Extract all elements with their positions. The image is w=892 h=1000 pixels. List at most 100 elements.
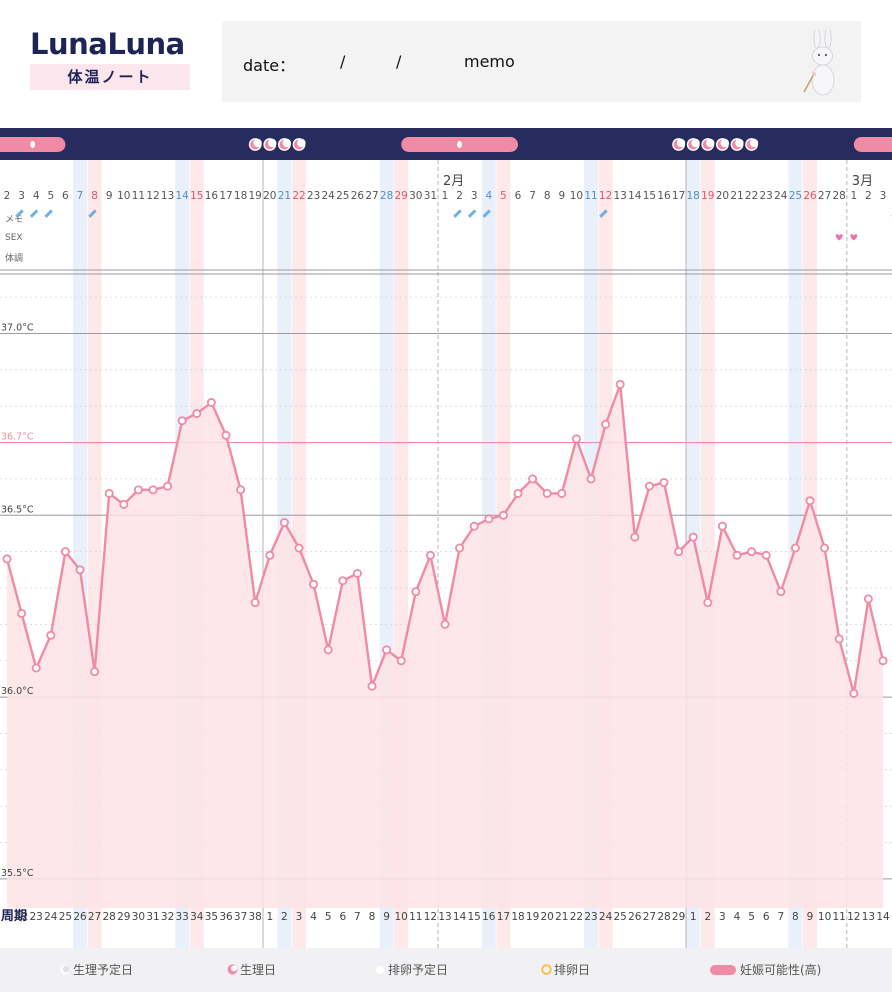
date-label: 28 [380,190,393,202]
cycle-day-label: 12 [847,911,860,923]
moon-icon [268,138,277,148]
cycle-day-label: 18 [511,911,524,923]
cycle-day-label: 7 [777,911,784,923]
date-label: 8 [91,190,98,202]
temperature-point [586,474,596,484]
date-label: 1 [850,190,857,202]
y-tick-label: 36.0°C [1,686,34,697]
temperature-point [542,488,552,498]
temperature-point [425,550,435,560]
cycle-day-label: 22 [570,911,583,923]
temperature-point [104,488,114,498]
cycle-day-label: 25 [59,911,72,923]
rabbit-mascot-icon [803,30,835,96]
cycle-day-label: 3 [719,911,726,923]
date-label: 22 [745,190,758,202]
month-label: 2月 [443,174,464,189]
period-icon [227,964,238,978]
date-label: 23 [307,190,320,202]
temperature-point [352,568,362,578]
cycle-day-label: 11 [833,911,846,923]
date-label: 9 [558,190,565,202]
drop-icon [30,140,36,149]
date-label: 18 [687,190,700,202]
temperature-point [279,518,289,528]
date-label: 6 [515,190,522,202]
month-label: 3月 [852,174,873,189]
date-slash-2: / [396,52,402,71]
date-label: 2 [865,190,872,202]
memo-label: memo [464,52,515,71]
temperature-point [776,587,786,597]
logo-wordmark: LunaLuna [30,27,185,61]
moon-icon [735,138,744,148]
date-label: 28 [833,190,846,202]
date-label: 3 [471,190,478,202]
logo-subtitle: 体温ノート [30,64,190,90]
date-label: 3 [880,190,887,202]
cycle-day-label: 26 [628,911,642,923]
date-label: 18 [234,190,247,202]
date-label: 12 [146,190,159,202]
temperature-point [75,565,85,575]
temperature-point [834,634,844,644]
cycle-day-label: 26 [73,911,87,923]
sex-row-label: SEX [5,233,23,243]
date-label: 26 [803,190,817,202]
cycle-day-label: 25 [614,911,627,923]
cycle-day-label: 16 [482,911,496,923]
temperature-point [484,514,494,524]
date-label: 14 [176,190,190,202]
temperature-point [411,587,421,597]
cycle-day-label: 27 [643,911,656,923]
date-label: 1 [442,190,449,202]
cycle-day-label: 5 [325,911,332,923]
cycle-day-label: 17 [497,911,510,923]
temperature-point [2,554,12,564]
cycle-day-label: 9 [807,911,814,923]
legend-label: 排卵日 [554,963,591,977]
temperature-point [820,543,830,553]
y-tick-label: 36.7°C [1,432,34,443]
cycle-day-label: 2 [281,911,288,923]
date-label: 16 [205,190,219,202]
temperature-point [192,408,202,418]
temperature-point [396,656,406,666]
temperature-point [747,547,757,557]
cycle-day-label: 1 [690,911,697,923]
date-label: 19 [701,190,714,202]
temperature-point [498,510,508,520]
temperature-point [849,688,859,698]
basal-temperature-chart: 2月 3月2 3 4 5 6 7 8 9 10 11 12 13 14 15 16 17 18 19 20 21 22 23… [0,128,892,948]
cycle-day-label: 34 [190,911,204,923]
date-label: 10 [570,190,583,202]
date-label: 19 [249,190,262,202]
date-label: 11 [584,190,597,202]
y-tick-label: 37.0°C [1,322,34,333]
date-label: 2 [456,190,463,202]
date-label: 14 [628,190,642,202]
cycle-day-label: 31 [146,911,159,923]
date-label: 15 [190,190,203,202]
predicted-period-icon [60,964,70,978]
legend-item: 妊娠可能性(高) [710,963,821,977]
temperature-point [571,434,581,444]
temperature-point [805,496,815,506]
date-label: date： [243,56,296,75]
predicted-ovulation-icon [375,964,385,978]
date-label: 12 [599,190,612,202]
date-label: 17 [219,190,232,202]
temperature-point [236,485,246,495]
cycle-day-label: 9 [383,911,390,923]
date-label: 25 [789,190,802,202]
fertility-high-icon [710,964,736,978]
date-label: 7 [77,190,84,202]
temperature-point [382,645,392,655]
temperature-point [90,667,100,677]
date-label: 24 [322,190,336,202]
cycle-day-label: 3 [296,911,303,923]
temperature-point [323,645,333,655]
temperature-point [17,608,27,618]
legend-item: 生理予定日 [60,963,133,977]
date-label: 10 [117,190,130,202]
